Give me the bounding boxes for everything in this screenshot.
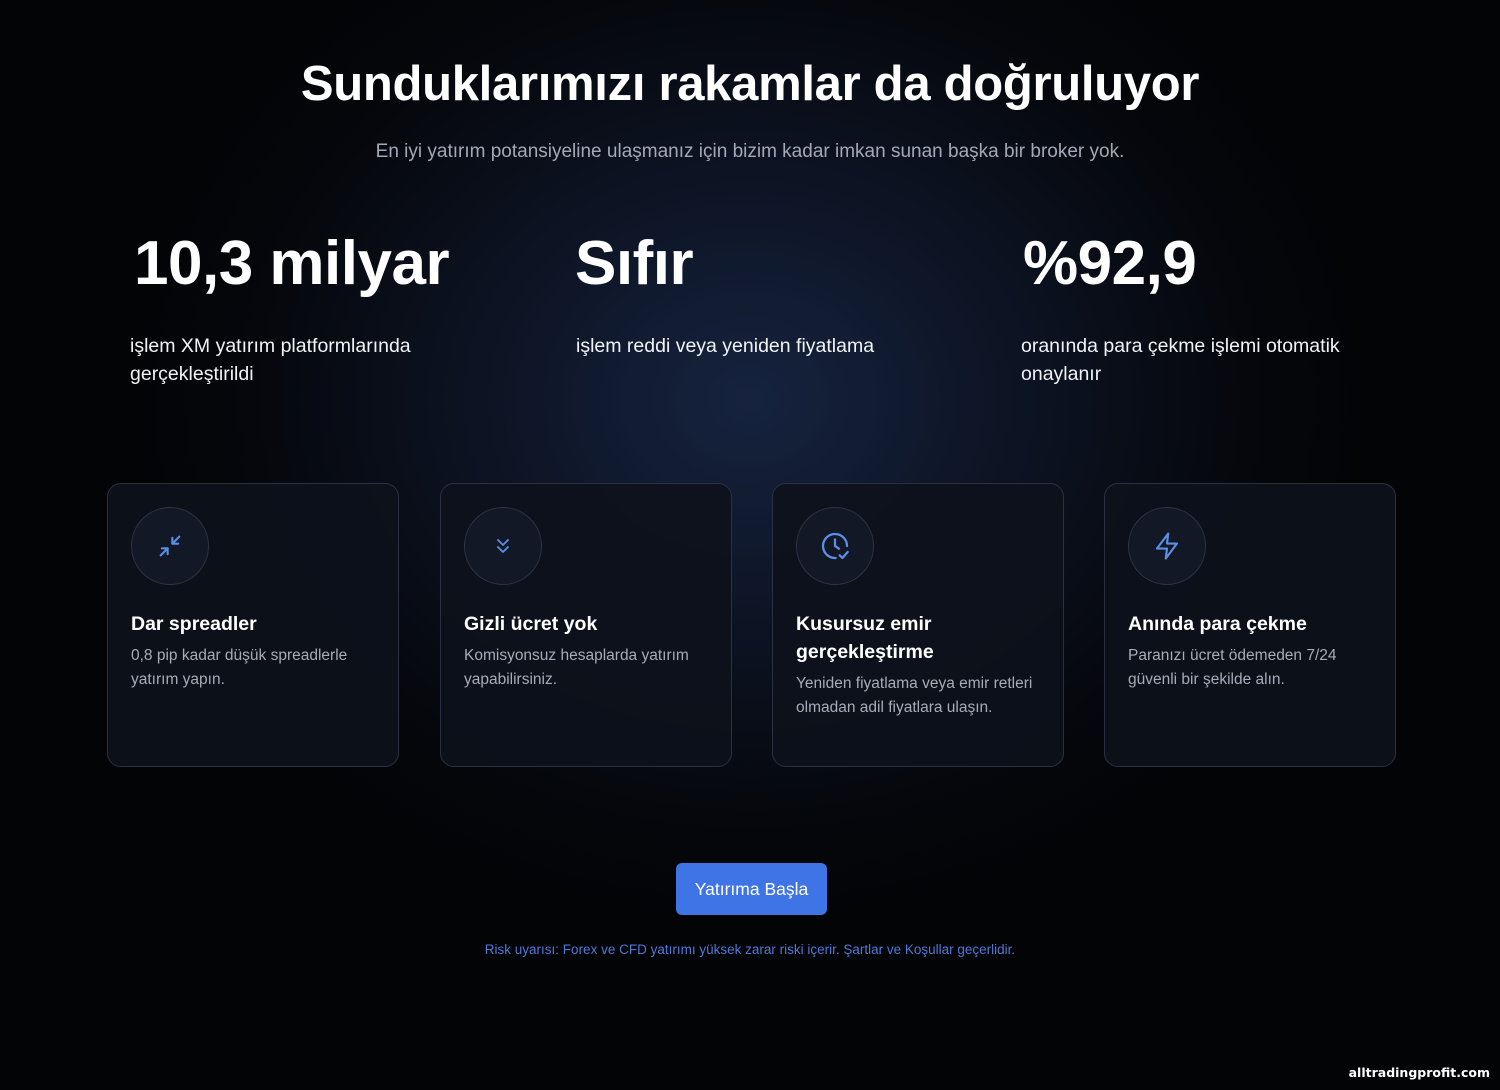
feature-card-spreads: Dar spreadler 0,8 pip kadar düşük spread… (107, 483, 399, 767)
feature-title: Anında para çekme (1128, 613, 1307, 635)
page-title: Sunduklarımızı rakamlar da doğruluyor (300, 57, 1200, 111)
stat-description: işlem reddi veya yeniden fiyatlama (576, 335, 875, 357)
feature-title: Dar spreadler (131, 613, 257, 635)
stat-value: 10,3 milyar (134, 229, 450, 298)
double-chevron-down-icon (464, 507, 542, 585)
feature-text: 0,8 pip kadar düşük spreadlerle yatırım … (131, 647, 348, 688)
feature-text: Komisyonsuz hesaplarda yatırım yapabilir… (464, 647, 689, 688)
stat-withdrawals: %92,9 oranında para çekme işlemi otomati… (1021, 228, 1403, 388)
feature-title: Gizli ücret yok (464, 613, 598, 635)
feature-card-fees: Gizli ücret yok Komisyonsuz hesaplarda y… (440, 483, 732, 767)
risk-warning-link[interactable]: Risk uyarısı: Forex ve CFD yatırımı yüks… (480, 940, 1020, 960)
lightning-bolt-icon (1128, 507, 1206, 585)
page-subtitle: En iyi yatırım potansiyeline ulaşmanız i… (375, 141, 1125, 162)
feature-title: Kusursuz emir gerçekleştirme (796, 613, 934, 663)
clock-check-icon (796, 507, 874, 585)
stat-value: %92,9 (1023, 229, 1197, 298)
stat-description: işlem XM yatırım platformlarında gerçekl… (130, 335, 411, 385)
stat-rejections: Sıfır işlem reddi veya yeniden fiyatlama (575, 228, 955, 360)
feature-text: Yeniden fiyatlama veya emir retleri olma… (796, 675, 1033, 716)
start-investing-button[interactable]: Yatırıma Başla (676, 863, 827, 915)
stat-description: oranında para çekme işlemi otomatik onay… (1021, 335, 1340, 385)
feature-text: Paranızı ücret ödemeden 7/24 güvenli bir… (1128, 647, 1337, 688)
feature-card-withdrawal: Anında para çekme Paranızı ücret ödemede… (1104, 483, 1396, 767)
compress-arrows-icon (131, 507, 209, 585)
stat-trades: 10,3 milyar işlem XM yatırım platformlar… (130, 228, 514, 388)
stat-value: Sıfır (575, 229, 694, 298)
feature-card-execution: Kusursuz emir gerçekleştirme Yeniden fiy… (772, 483, 1064, 767)
watermark: alltradingprofit.com (1348, 1065, 1490, 1080)
